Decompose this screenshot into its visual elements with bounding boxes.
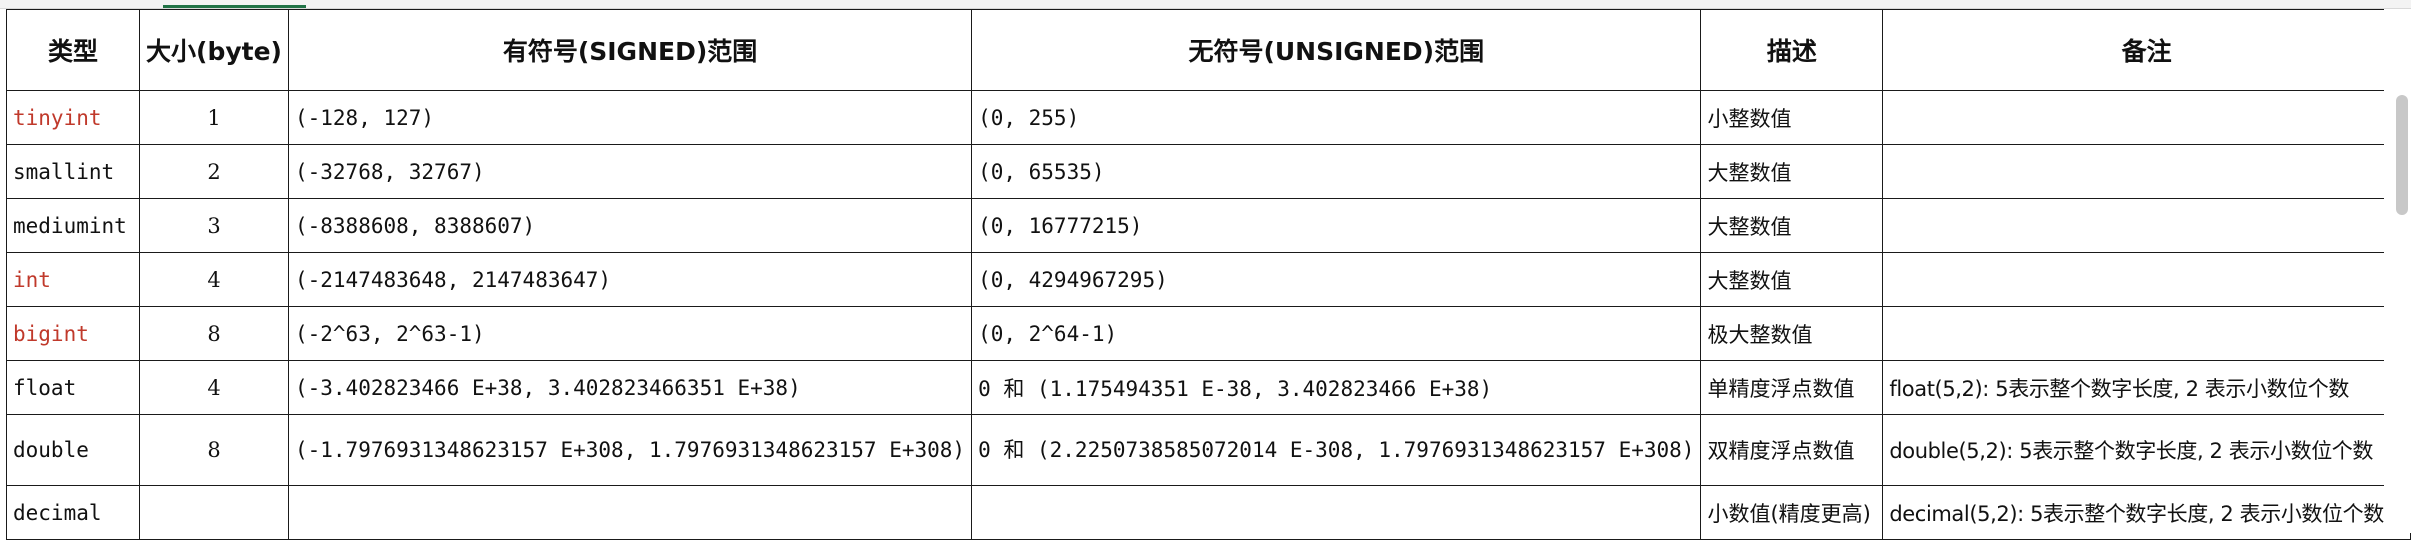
note-cell[interactable] — [1882, 144, 2411, 199]
size-cell[interactable]: 2 — [139, 144, 289, 199]
vertical-scroll-area — [2384, 9, 2411, 533]
description-cell[interactable]: 大整数值 — [1700, 252, 1884, 307]
unsigned-range-cell[interactable]: (0, 4294967295) — [971, 252, 1702, 307]
note-cell[interactable]: double(5,2): 5表示整个数字长度, 2 表示小数位个数 — [1882, 414, 2411, 486]
column-header-strip — [0, 0, 2411, 9]
type-cell[interactable]: bigint — [5, 306, 141, 361]
size-cell[interactable]: 4 — [139, 360, 289, 415]
header-row: 类型 大小(byte) 有符号(SIGNED)范围 无符号(UNSIGNED)范… — [5, 9, 2411, 91]
type-cell[interactable]: int — [5, 252, 141, 307]
table-row: mediumint 3 (-8388608, 8388607) (0, 1677… — [5, 198, 2411, 253]
type-cell[interactable]: smallint — [5, 144, 141, 199]
signed-range-cell[interactable]: (-8388608, 8388607) — [287, 198, 973, 253]
unsigned-range-cell[interactable]: 0 和 (1.175494351 E-38, 3.402823466 E+38) — [971, 360, 1702, 415]
signed-range-cell[interactable]: (-1.7976931348623157 E+308, 1.7976931348… — [287, 414, 973, 486]
signed-range-cell[interactable]: (-3.402823466 E+38, 3.402823466351 E+38) — [287, 360, 973, 415]
note-cell[interactable]: decimal(5,2): 5表示整个数字长度, 2 表示小数位个数 — [1882, 485, 2411, 540]
description-cell[interactable]: 小数值(精度更高) — [1700, 485, 1884, 540]
table-row: tinyint 1 (-128, 127) (0, 255) 小整数值 — [5, 90, 2411, 145]
signed-range-cell[interactable] — [287, 485, 973, 540]
unsigned-range-cell[interactable]: (0, 65535) — [971, 144, 1702, 199]
header-note[interactable]: 备注 — [1882, 9, 2411, 91]
size-cell[interactable]: 8 — [139, 414, 289, 486]
note-cell[interactable] — [1882, 198, 2411, 253]
size-cell[interactable]: 1 — [139, 90, 289, 145]
header-signed-range[interactable]: 有符号(SIGNED)范围 — [287, 9, 973, 91]
table-row: float 4 (-3.402823466 E+38, 3.4028234663… — [5, 360, 2411, 415]
type-cell[interactable]: float — [5, 360, 141, 415]
note-cell[interactable] — [1882, 90, 2411, 145]
mysql-numeric-types-table: 类型 大小(byte) 有符号(SIGNED)范围 无符号(UNSIGNED)范… — [5, 9, 2411, 540]
size-cell[interactable]: 3 — [139, 198, 289, 253]
description-cell[interactable]: 单精度浮点数值 — [1700, 360, 1884, 415]
table-row: int 4 (-2147483648, 2147483647) (0, 4294… — [5, 252, 2411, 307]
selected-column-marker — [163, 0, 306, 8]
size-cell[interactable]: 4 — [139, 252, 289, 307]
unsigned-range-cell[interactable]: (0, 16777215) — [971, 198, 1702, 253]
signed-range-cell[interactable]: (-128, 127) — [287, 90, 973, 145]
spreadsheet-view: 类型 大小(byte) 有符号(SIGNED)范围 无符号(UNSIGNED)范… — [0, 0, 2411, 540]
note-cell[interactable] — [1882, 306, 2411, 361]
unsigned-range-cell[interactable]: 0 和 (2.2250738585072014 E-308, 1.7976931… — [971, 414, 1702, 486]
header-unsigned-range[interactable]: 无符号(UNSIGNED)范围 — [971, 9, 1702, 91]
table-row: smallint 2 (-32768, 32767) (0, 65535) 大整… — [5, 144, 2411, 199]
description-cell[interactable]: 大整数值 — [1700, 144, 1884, 199]
note-cell[interactable]: float(5,2): 5表示整个数字长度, 2 表示小数位个数 — [1882, 360, 2411, 415]
type-cell[interactable]: double — [5, 414, 141, 486]
description-cell[interactable]: 大整数值 — [1700, 198, 1884, 253]
header-description[interactable]: 描述 — [1700, 9, 1884, 91]
note-cell[interactable] — [1882, 252, 2411, 307]
type-cell[interactable]: mediumint — [5, 198, 141, 253]
description-cell[interactable]: 小整数值 — [1700, 90, 1884, 145]
size-cell[interactable]: 8 — [139, 306, 289, 361]
unsigned-range-cell[interactable] — [971, 485, 1702, 540]
header-size[interactable]: 大小(byte) — [139, 9, 289, 91]
vertical-scrollbar[interactable] — [2396, 95, 2408, 215]
unsigned-range-cell[interactable]: (0, 255) — [971, 90, 1702, 145]
table-row: decimal 小数值(精度更高) decimal(5,2): 5表示整个数字长… — [5, 485, 2411, 540]
unsigned-range-cell[interactable]: (0, 2^64-1) — [971, 306, 1702, 361]
signed-range-cell[interactable]: (-2^63, 2^63-1) — [287, 306, 973, 361]
size-cell[interactable] — [139, 485, 289, 540]
type-cell[interactable]: decimal — [5, 485, 141, 540]
description-cell[interactable]: 极大整数值 — [1700, 306, 1884, 361]
description-cell[interactable]: 双精度浮点数值 — [1700, 414, 1884, 486]
signed-range-cell[interactable]: (-2147483648, 2147483647) — [287, 252, 973, 307]
table-row: double 8 (-1.7976931348623157 E+308, 1.7… — [5, 414, 2411, 486]
signed-range-cell[interactable]: (-32768, 32767) — [287, 144, 973, 199]
header-type[interactable]: 类型 — [5, 9, 141, 91]
table-row: bigint 8 (-2^63, 2^63-1) (0, 2^64-1) 极大整… — [5, 306, 2411, 361]
type-cell[interactable]: tinyint — [5, 90, 141, 145]
